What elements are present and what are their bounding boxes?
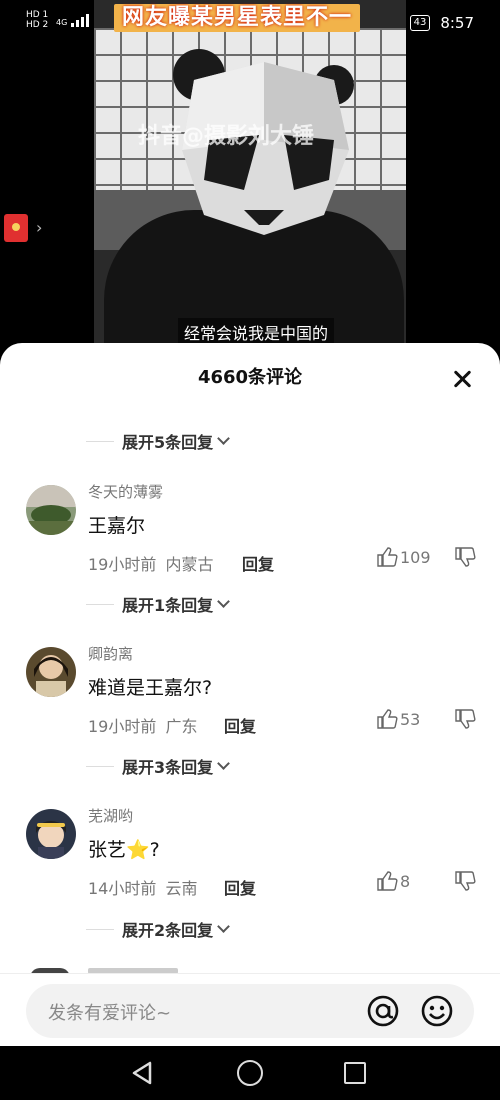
thumbs-up-icon [377, 709, 398, 729]
comment-input[interactable]: 发条有爱评论~ [26, 984, 474, 1038]
comment-item: 卿韵离 难道是王嘉尔? 19小时前 广东 回复 53 [0, 645, 500, 757]
comment-username[interactable]: 芜湖哟 [88, 805, 133, 826]
comment-input-bar: 发条有爱评论~ [0, 973, 500, 1046]
comment-location: 广东 [165, 717, 198, 736]
expand-replies-label: 展开3条回复 [122, 758, 214, 777]
video-watermark: 抖音@摄影刘大锤 [138, 124, 315, 149]
video-title-banner: 网友曝某男星表里不一 [114, 4, 361, 32]
like-button[interactable]: 109 [376, 547, 431, 567]
emoji-icon[interactable] [420, 994, 454, 1028]
close-icon[interactable] [452, 369, 472, 389]
comment-meta: 19小时前 内蒙古 [88, 551, 213, 575]
avatar[interactable] [26, 809, 76, 859]
network-label: 4G [56, 18, 68, 27]
video-player[interactable]: 网友曝某男星表里不一 抖音@摄影刘大锤 经常会说我是中国的 [94, 0, 406, 343]
signal-icon: 4G [56, 14, 90, 27]
back-icon[interactable] [130, 1060, 156, 1086]
like-count: 8 [400, 871, 411, 891]
comment-text: 难道是王嘉尔? [88, 677, 213, 699]
comment-time: 14小时前 [88, 879, 157, 898]
reply-button[interactable]: 回复 [224, 875, 256, 899]
thumbs-down-icon[interactable] [454, 547, 476, 567]
chevron-down-icon [217, 432, 231, 445]
chevron-right-icon[interactable]: › [36, 218, 42, 237]
chevron-down-icon [217, 757, 231, 770]
like-button[interactable]: 53 [376, 709, 420, 729]
red-packet-icon[interactable] [4, 214, 28, 242]
home-icon[interactable] [237, 1060, 263, 1086]
comment-username[interactable]: 冬天的薄雾 [88, 481, 163, 502]
comment-item: 冬天的薄雾 王嘉尔 19小时前 内蒙古 回复 109 [0, 483, 500, 595]
divider [86, 603, 114, 605]
thumbs-down-icon[interactable] [454, 709, 476, 729]
comment-time: 19小时前 [88, 555, 157, 574]
expand-replies-button[interactable]: 展开2条回复 [86, 917, 231, 941]
comment-meta: 14小时前 云南 [88, 875, 197, 899]
battery-icon: 43 [409, 15, 431, 31]
expand-replies-button[interactable]: 展开3条回复 [86, 754, 231, 778]
sim2-label: HD 2 [26, 20, 49, 30]
comment-text: 王嘉尔 [88, 515, 146, 537]
sim-indicator: HD 1 HD 2 [26, 10, 48, 30]
comment-time: 19小时前 [88, 717, 157, 736]
battery-level: 43 [413, 17, 427, 28]
expand-replies-label: 展开1条回复 [122, 596, 214, 615]
video-caption: 经常会说我是中国的 [178, 318, 335, 343]
expand-replies-button[interactable]: 展开1条回复 [86, 592, 231, 616]
expand-replies-button[interactable]: 展开5条回复 [86, 429, 231, 453]
chevron-down-icon [217, 920, 231, 933]
divider [86, 928, 114, 930]
comment-meta: 19小时前 广东 [88, 713, 197, 737]
comments-count-title: 4660条评论 [197, 367, 303, 388]
comment-item: 芜湖哟 张艺⭐? 14小时前 云南 回复 8 [0, 807, 500, 919]
avatar[interactable] [26, 647, 76, 697]
expand-replies-label: 展开2条回复 [122, 921, 214, 940]
reply-button[interactable]: 回复 [224, 713, 256, 737]
reply-button[interactable]: 回复 [242, 551, 274, 575]
like-button[interactable]: 8 [376, 871, 410, 891]
like-count: 53 [400, 709, 421, 729]
avatar[interactable] [26, 485, 76, 535]
divider [86, 765, 114, 767]
mention-icon[interactable] [366, 994, 400, 1028]
like-count: 109 [400, 547, 431, 567]
expand-replies-label: 展开5条回复 [122, 433, 214, 452]
comment-input-placeholder: 发条有爱评论~ [48, 1003, 172, 1024]
comments-sheet: 4660条评论 展开5条回复 冬天的薄雾 王嘉尔 19小时前 内蒙古 回复 10… [0, 343, 500, 1046]
thumbs-up-icon [377, 871, 398, 891]
comment-text: 张艺⭐? [88, 839, 160, 861]
divider [86, 440, 114, 442]
system-nav-bar [0, 1046, 500, 1100]
sim1-label: HD 1 [26, 10, 49, 20]
recent-apps-icon[interactable] [344, 1062, 366, 1084]
comment-username[interactable]: 卿韵离 [88, 643, 133, 664]
chevron-down-icon [217, 595, 231, 608]
thumbs-up-icon [377, 547, 398, 567]
comment-location: 内蒙古 [165, 555, 214, 574]
comment-location: 云南 [165, 879, 198, 898]
clock: 8:57 [440, 14, 474, 32]
thumbs-down-icon[interactable] [454, 871, 476, 891]
